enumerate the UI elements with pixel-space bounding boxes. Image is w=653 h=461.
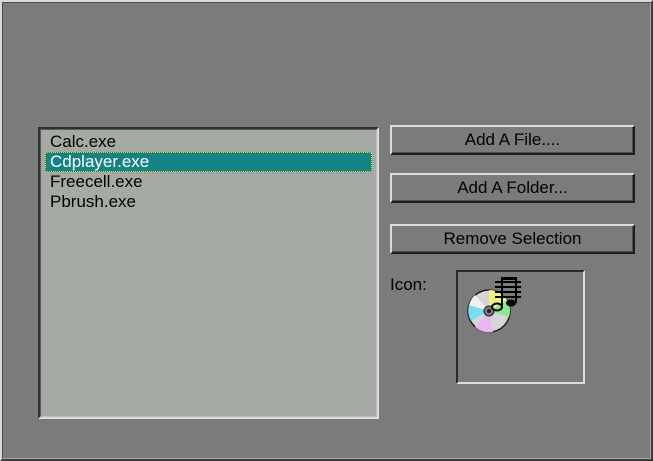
add-file-button[interactable]: Add A File.... [390,125,635,155]
dialog-panel: Calc.exe Cdplayer.exe Freecell.exe Pbrus… [0,0,653,461]
list-item-cdplayer[interactable]: Cdplayer.exe [45,152,372,172]
cd-player-icon [467,277,521,333]
list-item-freecell[interactable]: Freecell.exe [45,172,372,192]
icon-label: Icon: [390,275,427,294]
add-folder-button[interactable]: Add A Folder... [390,173,635,203]
icon-preview-box [456,270,585,384]
list-item-pbrush[interactable]: Pbrush.exe [45,192,372,212]
file-listbox[interactable]: Calc.exe Cdplayer.exe Freecell.exe Pbrus… [38,127,379,419]
remove-selection-button[interactable]: Remove Selection [390,224,635,254]
list-item-calc[interactable]: Calc.exe [45,132,372,152]
